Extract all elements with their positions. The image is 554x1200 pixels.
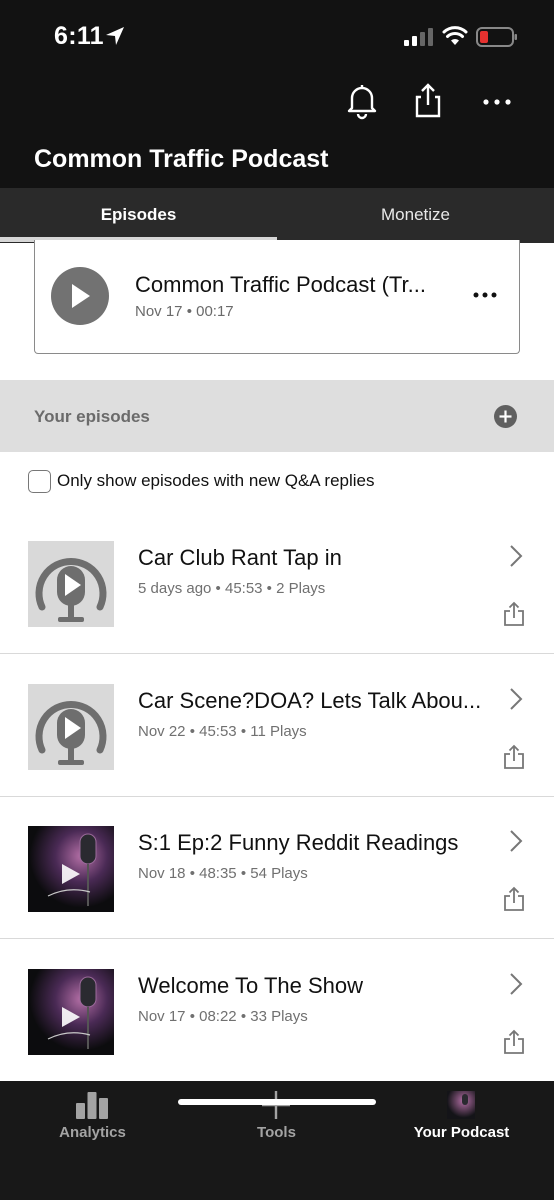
chevron-right-icon[interactable] <box>504 828 526 854</box>
play-icon <box>72 284 90 308</box>
episode-title: Welcome To The Show <box>138 973 364 998</box>
qa-filter-checkbox[interactable] <box>28 470 51 493</box>
wifi-icon <box>442 26 468 45</box>
episode-meta: Nov 17 • 08:22 • 33 Plays <box>138 1008 308 1025</box>
qa-filter-label: Only show episodes with new Q&A replies <box>57 471 375 490</box>
cellular-signal-icon <box>404 28 433 46</box>
podcast-art <box>28 826 114 912</box>
play-button[interactable] <box>51 267 109 325</box>
mic-icon <box>35 700 107 765</box>
episode-row[interactable]: Car Club Rant Tap in 5 days ago • 45:53 … <box>0 512 554 654</box>
episode-row[interactable]: S:1 Ep:2 Funny Reddit Readings Nov 18 • … <box>0 797 554 939</box>
tab-bar: Episodes Monetize <box>0 188 554 243</box>
nav-tools-label: Tools <box>257 1124 296 1141</box>
episode-thumbnail <box>28 969 114 1055</box>
chevron-right-icon[interactable] <box>504 543 526 569</box>
share-icon[interactable] <box>502 886 526 912</box>
nav-analytics-label: Analytics <box>59 1124 126 1141</box>
bell-icon[interactable] <box>342 80 382 120</box>
location-arrow-icon <box>106 27 124 45</box>
section-title: Your episodes <box>34 407 150 426</box>
nav-your-podcast-label: Your Podcast <box>413 1124 510 1141</box>
tab-episodes[interactable]: Episodes <box>0 188 277 243</box>
episode-row[interactable]: Car Scene?DOA? Lets Talk Abou... Nov 22 … <box>0 655 554 797</box>
chevron-right-icon[interactable] <box>504 971 526 997</box>
home-indicator <box>178 1099 376 1105</box>
plus-icon <box>262 1091 290 1119</box>
app-header: 6:11 Common Traffic Podcast <box>0 0 554 188</box>
page-title: Common Traffic Podcast <box>34 145 329 173</box>
tab-monetize[interactable]: Monetize <box>277 188 554 243</box>
episode-thumbnail <box>28 826 114 912</box>
nav-analytics[interactable]: Analytics <box>0 1081 185 1161</box>
add-episode-icon[interactable] <box>493 404 518 429</box>
episodes-section-header: Your episodes <box>0 380 554 452</box>
episode-meta: Nov 22 • 45:53 • 11 Plays <box>138 723 307 740</box>
chevron-right-icon[interactable] <box>504 686 526 712</box>
status-time: 6:11 <box>54 22 104 50</box>
nav-tools[interactable]: Tools <box>184 1081 369 1161</box>
battery-icon <box>476 27 517 47</box>
episode-title: Car Scene?DOA? Lets Talk Abou... <box>138 688 482 713</box>
episode-thumbnail <box>28 541 114 627</box>
status-bar: 6:11 <box>0 0 554 70</box>
more-options-icon[interactable] <box>471 280 501 310</box>
more-options-icon[interactable] <box>478 80 518 120</box>
podcast-art <box>447 1091 475 1119</box>
mic-icon <box>35 557 107 622</box>
share-icon[interactable] <box>502 744 526 770</box>
featured-episode-card[interactable]: Common Traffic Podcast (Tr... Nov 17 • 0… <box>34 240 520 354</box>
featured-episode-title: Common Traffic Podcast (Tr... <box>135 272 426 297</box>
episode-meta: 5 days ago • 45:53 • 2 Plays <box>138 580 326 597</box>
episode-thumbnail <box>28 684 114 770</box>
episode-row[interactable]: Welcome To The Show Nov 17 • 08:22 • 33 … <box>0 940 554 1082</box>
episode-title: S:1 Ep:2 Funny Reddit Readings <box>138 830 459 855</box>
podcast-art <box>28 969 114 1055</box>
share-icon[interactable] <box>502 1029 526 1055</box>
share-icon[interactable] <box>408 80 448 120</box>
nav-your-podcast[interactable]: Your Podcast <box>369 1081 554 1161</box>
episode-title: Car Club Rant Tap in <box>138 545 342 570</box>
share-icon[interactable] <box>502 601 526 627</box>
featured-episode-meta: Nov 17 • 00:17 <box>135 303 234 320</box>
bar-chart-icon <box>76 1092 108 1119</box>
episode-meta: Nov 18 • 48:35 • 54 Plays <box>138 865 308 882</box>
